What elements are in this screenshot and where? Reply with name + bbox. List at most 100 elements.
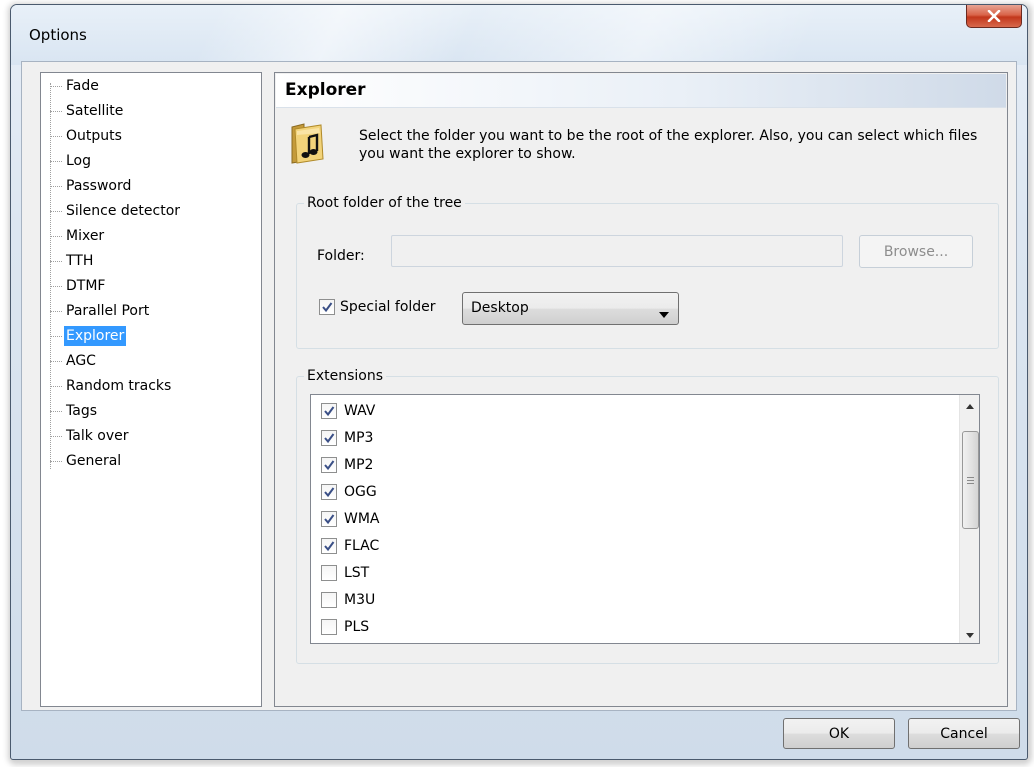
special-folder-row: Special folder: [319, 299, 436, 315]
tree-connector: [50, 385, 62, 387]
tree-item-label: Silence detector: [66, 203, 181, 219]
tree-connector: [50, 460, 62, 462]
tree-connector: [50, 110, 62, 112]
extension-item-wav[interactable]: WAV: [321, 401, 375, 421]
tree-connector: [50, 410, 62, 412]
tree-item-label: Random tracks: [66, 378, 172, 394]
extension-item-mp2[interactable]: MP2: [321, 455, 373, 475]
tree-item-label: Log: [66, 153, 92, 169]
tree-connector: [50, 160, 62, 162]
options-dialog: Options Fade Satellite Outputs Log Password S…: [10, 4, 1028, 760]
tree-connector: [50, 335, 62, 337]
extension-checkbox[interactable]: [321, 592, 337, 608]
tree-item-log[interactable]: Log: [50, 150, 93, 172]
root-folder-group: Root folder of the tree: [296, 193, 999, 349]
explorer-settings-panel: Explorer Select the folder you want to b…: [274, 72, 1008, 707]
extensions-list[interactable]: WAV MP3 MP2 OGG WMA FLAC LST M3U PLS: [310, 394, 980, 644]
tree-item-label: Talk over: [66, 428, 129, 444]
extension-item-m3u[interactable]: M3U: [321, 590, 375, 610]
extension-checkbox[interactable]: [321, 457, 337, 473]
tree-item-satellite[interactable]: Satellite: [50, 100, 125, 122]
extension-checkbox[interactable]: [321, 484, 337, 500]
cancel-button[interactable]: Cancel: [908, 718, 1020, 749]
scroll-down-button[interactable]: [960, 624, 979, 643]
chevron-down-icon: [659, 306, 669, 322]
tree-item-agc[interactable]: AGC: [50, 350, 98, 372]
title-bar[interactable]: Options: [11, 5, 1027, 65]
tree-item-explorer[interactable]: Explorer: [50, 325, 127, 347]
tree-item-talk-over[interactable]: Talk over: [50, 425, 130, 447]
extensions-scrollbar[interactable]: [959, 395, 979, 643]
extension-checkbox[interactable]: [321, 430, 337, 446]
browse-button[interactable]: Browse...: [859, 235, 973, 268]
grip-icon: [967, 475, 974, 486]
tree-item-outputs[interactable]: Outputs: [50, 125, 124, 147]
tree-item-label: Satellite: [66, 103, 124, 119]
music-folder-icon: [289, 121, 329, 169]
close-button[interactable]: [966, 5, 1022, 28]
tree-item-tth[interactable]: TTH: [50, 250, 95, 272]
window-title: Options: [29, 26, 87, 44]
ok-button[interactable]: OK: [783, 718, 895, 749]
tree-connector: [50, 435, 62, 437]
extension-item-ogg[interactable]: OGG: [321, 482, 377, 502]
tree-connector: [50, 185, 62, 187]
tree-item-random-tracks[interactable]: Random tracks: [50, 375, 173, 397]
tree-connector: [50, 310, 62, 312]
root-folder-legend: Root folder of the tree: [304, 193, 465, 213]
tree-item-dtmf[interactable]: DTMF: [50, 275, 107, 297]
dialog-client-area: Fade Satellite Outputs Log Password Silence d…: [21, 61, 1017, 711]
tree-item-mixer[interactable]: Mixer: [50, 225, 106, 247]
extension-label: WAV: [344, 403, 376, 419]
special-folder-select[interactable]: Desktop: [462, 292, 679, 325]
scrollbar-thumb[interactable]: [962, 431, 979, 529]
tree-item-fade[interactable]: Fade: [50, 75, 101, 97]
tree-connector: [50, 85, 62, 87]
extension-checkbox[interactable]: [321, 619, 337, 635]
tree-item-label: DTMF: [66, 278, 106, 294]
special-folder-select-value: Desktop: [471, 300, 529, 316]
extension-item-flac[interactable]: FLAC: [321, 536, 379, 556]
panel-header: Explorer: [276, 74, 1006, 108]
extension-label: PLS: [344, 619, 370, 635]
extension-label: M3U: [344, 592, 376, 608]
tree-item-general[interactable]: General: [50, 450, 123, 472]
tree-connector: [50, 360, 62, 362]
tree-item-label: Tags: [66, 403, 97, 419]
tree-item-silence-detector[interactable]: Silence detector: [50, 200, 182, 222]
folder-path-input[interactable]: [391, 235, 843, 267]
tree-connector: [50, 135, 62, 137]
tree-item-label: General: [66, 453, 122, 469]
special-folder-label: Special folder: [340, 299, 436, 315]
close-icon: [987, 10, 1001, 22]
extensions-legend: Extensions: [304, 366, 387, 386]
tree-item-label: AGC: [66, 353, 96, 369]
tree-item-password[interactable]: Password: [50, 175, 133, 197]
extension-label: LST: [344, 565, 370, 581]
special-folder-checkbox[interactable]: [319, 299, 335, 315]
extension-checkbox[interactable]: [321, 565, 337, 581]
extension-item-mp3[interactable]: MP3: [321, 428, 373, 448]
folder-label: Folder:: [317, 248, 365, 264]
tree-item-label: Mixer: [66, 228, 105, 244]
extension-label: OGG: [344, 484, 377, 500]
extension-checkbox[interactable]: [321, 538, 337, 554]
tree-item-label: Password: [66, 178, 132, 194]
extension-checkbox[interactable]: [321, 403, 337, 419]
tree-item-tags[interactable]: Tags: [50, 400, 99, 422]
tree-connector: [50, 260, 62, 262]
arrow-down-icon: [965, 626, 974, 642]
tree-connector: [50, 285, 62, 287]
extension-checkbox[interactable]: [321, 511, 337, 527]
options-tree[interactable]: Fade Satellite Outputs Log Password Silence d…: [40, 72, 262, 707]
scroll-up-button[interactable]: [960, 395, 979, 414]
arrow-up-icon: [965, 397, 974, 413]
extension-item-lst[interactable]: LST: [321, 563, 369, 583]
extension-item-pls[interactable]: PLS: [321, 617, 369, 637]
extension-label: MP2: [344, 457, 374, 473]
tree-item-parallel-port[interactable]: Parallel Port: [50, 300, 151, 322]
extension-item-wma[interactable]: WMA: [321, 509, 380, 529]
extension-label: MP3: [344, 430, 374, 446]
tree-connector: [50, 235, 62, 237]
extension-label: WMA: [344, 511, 380, 527]
